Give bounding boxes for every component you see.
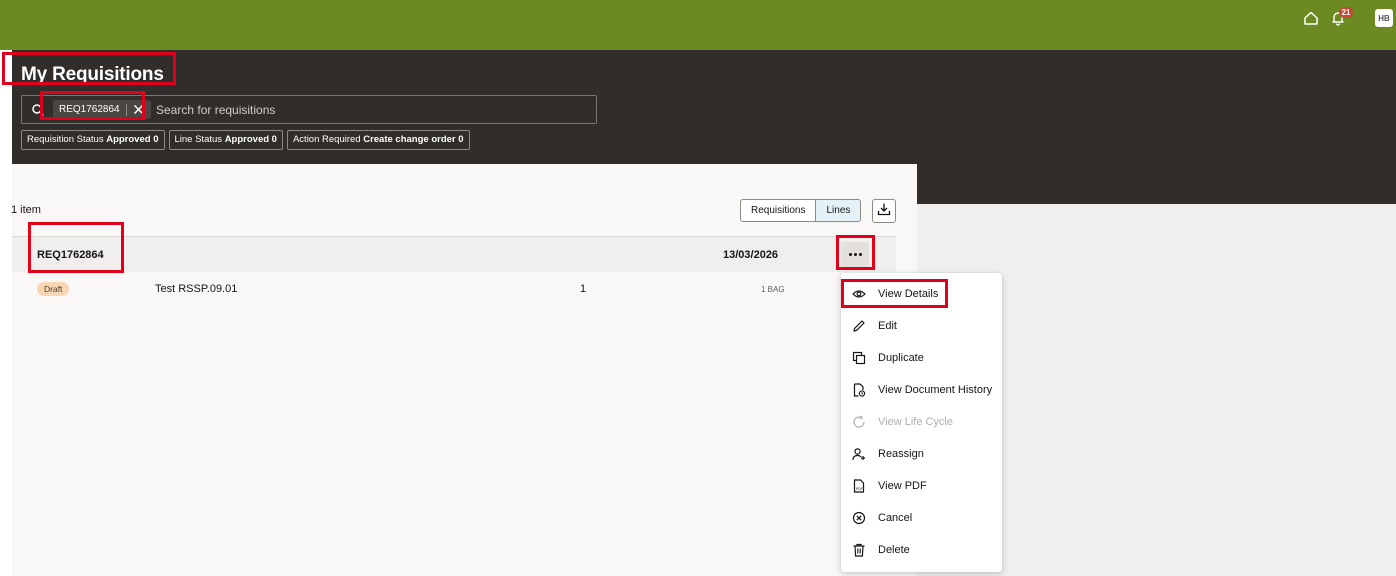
menu-item-view-document-history[interactable]: View Document History [841,374,1002,406]
view-toggle: Requisitions Lines [740,199,862,222]
filter-value: Create change order [363,134,456,145]
menu-item-duplicate[interactable]: Duplicate [841,342,1002,374]
menu-item-label: View Details [878,288,939,300]
chip-separator [125,103,127,116]
filter-label: Line Status [174,134,223,145]
menu-item-label: View Document History [878,384,993,396]
left-gutter [0,50,12,576]
filter-count: 0 [271,134,277,145]
more-actions-button[interactable] [841,242,869,267]
search-input[interactable] [156,101,576,119]
line-uom: 1 BAG [761,285,785,294]
page-title: My Requisitions [21,64,164,85]
duplicate-icon [851,350,867,366]
filter-count: 0 [458,134,464,145]
menu-item-view-life-cycle: View Life Cycle [841,406,1002,438]
more-dot [858,253,862,256]
filter-chip-line-status[interactable]: Line Status Approved 0 [168,130,283,150]
filter-label: Action Required [292,134,361,145]
download-icon [877,202,891,221]
requisition-date: 13/03/2026 [723,249,779,261]
filter-value: Approved [224,134,270,145]
filter-chip-action-required[interactable]: Action Required Create change order 0 [286,130,470,150]
menu-item-label: View PDF [878,480,927,492]
menu-item-delete[interactable]: Delete [841,534,1002,566]
more-dot [853,253,857,256]
filter-label: Requisition Status [27,134,104,145]
life-cycle-icon [851,414,867,430]
search-chip-label: REQ1762864 [59,104,120,115]
menu-item-edit[interactable]: Edit [841,310,1002,342]
top-app-bar [0,0,1396,50]
search-icon [31,103,45,117]
menu-item-reassign[interactable]: Reassign [841,438,1002,470]
svg-text:PDF: PDF [856,487,863,491]
more-dot [848,253,852,256]
pdf-icon: PDF [851,478,867,494]
actions-menu: View Details Edit Duplicate View Documen… [841,273,1002,572]
line-description[interactable]: Test RSSP.09.01 [155,283,237,295]
filter-count: 0 [153,134,159,145]
filter-value: Approved [106,134,151,145]
requisition-number[interactable]: REQ1762864 [37,249,104,261]
menu-item-view-details[interactable]: View Details [841,278,1002,310]
trash-icon [851,542,867,558]
view-toggle-requisitions[interactable]: Requisitions [741,200,815,221]
home-icon[interactable] [1301,8,1321,28]
status-badge: Draft [37,282,70,296]
filter-chip-bar: Requisition Status Approved 0 Line Statu… [21,130,470,150]
search-filter-chip: REQ1762864 [53,100,151,119]
line-quantity: 1 [580,283,587,295]
eye-icon [851,286,867,302]
results-count: 1 item [11,204,41,216]
menu-item-label: Duplicate [878,352,924,364]
filter-chip-requisition-status[interactable]: Requisition Status Approved 0 [21,130,165,150]
notification-badge: 21 [1339,7,1353,18]
cancel-circle-icon [851,510,867,526]
search-bar[interactable]: REQ1762864 [21,95,597,124]
download-button[interactable] [872,199,896,223]
pencil-icon [851,318,867,334]
user-avatar[interactable]: HB [1375,9,1393,27]
menu-item-view-pdf[interactable]: PDF View PDF [841,470,1002,502]
document-history-icon [851,382,867,398]
menu-item-label: Edit [878,320,897,332]
menu-item-label: Reassign [878,448,924,460]
close-icon[interactable] [133,104,145,116]
menu-item-label: Cancel [878,512,913,524]
view-toggle-lines[interactable]: Lines [815,200,861,221]
reassign-user-icon [851,446,867,462]
menu-item-cancel[interactable]: Cancel [841,502,1002,534]
menu-item-label: Delete [878,544,910,556]
results-panel [12,164,917,576]
menu-item-label: View Life Cycle [878,416,953,428]
